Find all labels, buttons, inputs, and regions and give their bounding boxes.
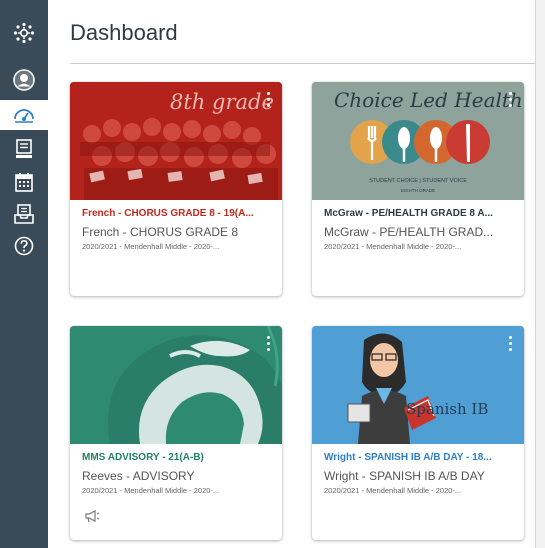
course-card[interactable]: Choice Led Health STUDENT CHOICE | STUDE… (312, 82, 524, 296)
course-short-name[interactable]: MMS ADVISORY - 21(A-B) (82, 452, 270, 463)
global-nav (0, 0, 48, 548)
course-term: 2020/2021 - Mendenhall Middle - 2020-... (82, 242, 220, 251)
card-options-button[interactable] (267, 336, 271, 354)
course-short-name[interactable]: Wright - SPANISH IB A/B DAY - 18... (324, 452, 512, 463)
mascot-image (70, 326, 282, 444)
hero-text: Spanish IB (406, 400, 489, 418)
course-name: Reeves - ADVISORY (82, 469, 195, 483)
course-card[interactable]: 8th grade French - CHORUS GRADE 8 - 19(A… (70, 82, 282, 296)
course-term: 2020/2021 - Mendenhall Middle - 2020-... (324, 486, 462, 495)
card-hero-image[interactable]: Choice Led Health STUDENT CHOICE | STUDE… (312, 82, 524, 200)
course-term: 2020/2021 - Mendenhall Middle - 2020-... (324, 242, 462, 251)
course-name: French - CHORUS GRADE 8 (82, 225, 239, 239)
page-title: Dashboard (70, 20, 178, 45)
hero-subtext-grade: EIGHTH GRADE (400, 188, 436, 193)
title-divider (70, 63, 540, 64)
card-hero-image[interactable] (70, 326, 282, 444)
announcement-icon (85, 510, 100, 523)
card-options-button[interactable] (509, 92, 513, 110)
hero-text: 8th grade (170, 90, 274, 114)
card-options-button[interactable] (509, 336, 513, 354)
nav-dashboard[interactable] (0, 100, 48, 130)
hero-subtext: STUDENT CHOICE | STUDENT VOICE (369, 178, 467, 184)
card-info: MMS ADVISORY - 21(A-B) Reeves - ADVISORY… (70, 444, 282, 495)
dashboard-icon (14, 109, 34, 123)
nav-logo[interactable] (0, 18, 48, 48)
nav-calendar[interactable] (0, 167, 48, 197)
logo-icon (13, 22, 35, 44)
dashboard-main: Dashboard 8th grade French - CHORUS GRAD… (48, 0, 545, 548)
inbox-icon (14, 204, 34, 224)
course-name: McGraw - PE/HEALTH GRAD... (324, 225, 494, 239)
right-scroll-area (535, 0, 545, 548)
account-icon (13, 69, 35, 91)
card-options-button[interactable] (267, 92, 271, 110)
card-info: French - CHORUS GRADE 8 - 19(A... French… (70, 200, 282, 251)
card-hero-image[interactable]: Spanish IB (312, 326, 524, 444)
bitmoji-image (312, 326, 524, 444)
help-icon (14, 236, 34, 256)
course-short-name[interactable]: French - CHORUS GRADE 8 - 19(A... (82, 208, 270, 219)
nav-account[interactable] (0, 65, 48, 95)
card-hero-image[interactable]: 8th grade (70, 82, 282, 200)
nav-inbox[interactable] (0, 199, 48, 229)
courses-icon (16, 139, 32, 158)
announcements-button[interactable] (84, 509, 100, 528)
calendar-icon (15, 173, 33, 192)
card-info: Wright - SPANISH IB A/B DAY - 18... Wrig… (312, 444, 524, 495)
nav-courses[interactable] (0, 134, 48, 164)
course-name: Wright - SPANISH IB A/B DAY (324, 469, 485, 483)
card-info: McGraw - PE/HEALTH GRADE 8 A... McGraw -… (312, 200, 524, 251)
hero-text: Choice Led Health (334, 88, 523, 112)
nav-help[interactable] (0, 231, 48, 261)
course-card[interactable]: MMS ADVISORY - 21(A-B) Reeves - ADVISORY… (70, 326, 282, 540)
course-card[interactable]: Spanish IB Wright - SPANISH IB A/B DAY -… (312, 326, 524, 540)
course-short-name[interactable]: McGraw - PE/HEALTH GRADE 8 A... (324, 208, 512, 219)
course-term: 2020/2021 - Mendenhall Middle - 2020-... (82, 486, 220, 495)
